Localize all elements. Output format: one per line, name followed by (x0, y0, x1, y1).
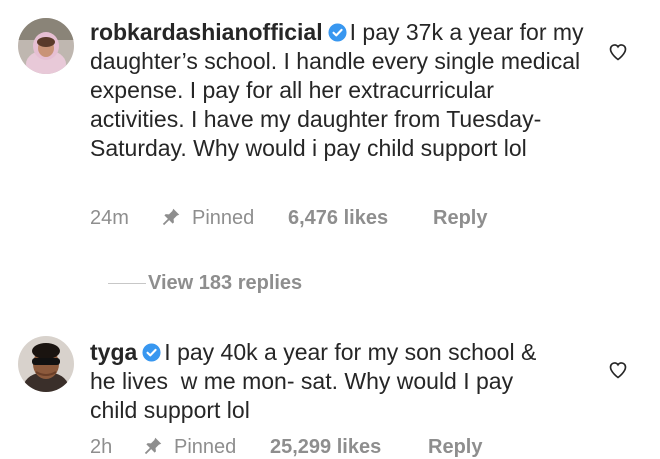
comment-text-block: robkardashianofficial I pay 37k a year f… (90, 18, 590, 163)
pinned-label: Pinned (174, 436, 237, 458)
pinned-label: Pinned (192, 207, 255, 229)
reply-button[interactable]: Reply (433, 206, 487, 230)
timestamp[interactable]: 2h (90, 435, 112, 459)
comment-text-block: tyga I pay 40k a year for my son school … (90, 338, 560, 425)
verified-badge-icon (142, 343, 161, 362)
avatar[interactable] (18, 18, 74, 74)
pin-icon (144, 437, 162, 455)
pin-icon (162, 208, 180, 226)
avatar[interactable] (18, 336, 74, 392)
timestamp[interactable]: 24m (90, 206, 129, 230)
username[interactable]: robkardashianofficial (90, 19, 323, 45)
replies-divider (108, 283, 146, 284)
reply-button[interactable]: Reply (428, 435, 482, 459)
verified-badge-icon (328, 23, 347, 42)
girl-in-pink-hoodie-avatar-icon (18, 18, 74, 74)
comment-meta: 2h Pinned 25,299 likes Reply (90, 435, 590, 459)
view-replies-button[interactable]: View 183 replies (88, 270, 388, 296)
heart-outline-icon[interactable] (608, 42, 628, 62)
view-replies-label[interactable]: View 183 replies (148, 270, 302, 296)
likes-count[interactable]: 25,299 likes (270, 435, 381, 459)
likes-count[interactable]: 6,476 likes (288, 206, 388, 230)
man-in-sunglasses-avatar-icon (18, 336, 74, 392)
heart-outline-icon[interactable] (608, 360, 628, 380)
username[interactable]: tyga (90, 339, 137, 365)
comment-meta: 24m Pinned 6,476 likes Reply (90, 206, 590, 230)
